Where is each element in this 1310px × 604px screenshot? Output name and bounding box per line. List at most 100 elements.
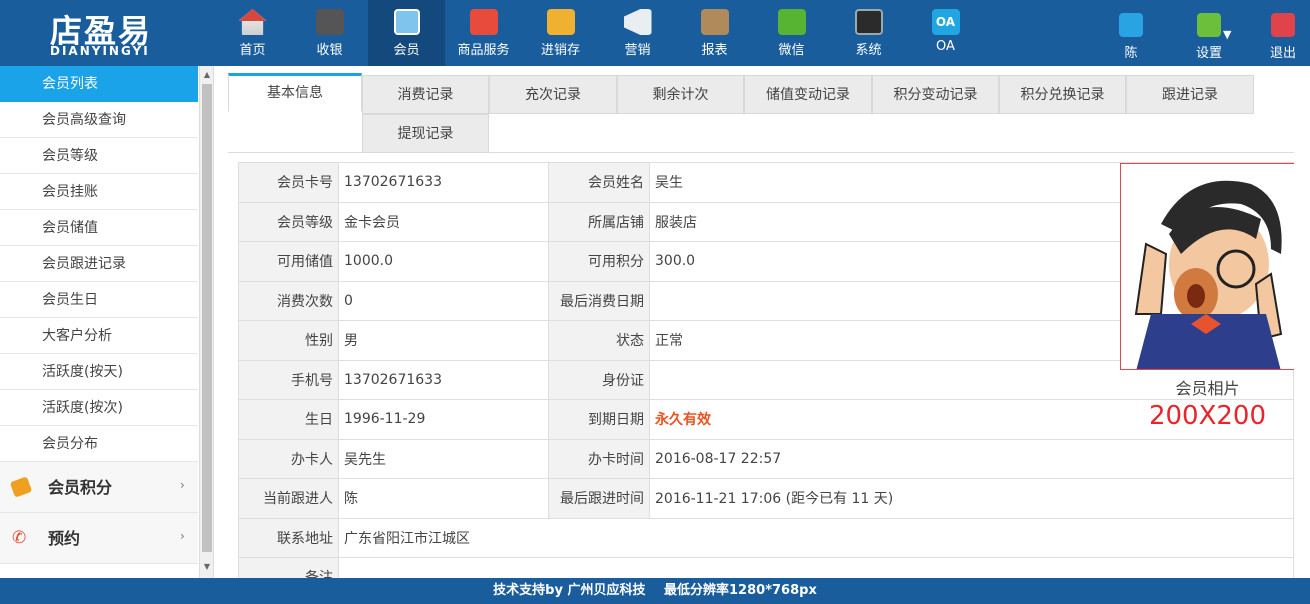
tab-stored-value-changes[interactable]: 储值变动记录 <box>744 75 872 114</box>
last-follow-value: 2016-11-21 17:06 (距今已有 11 天) <box>649 478 1294 519</box>
nav-inventory[interactable]: 进销存 <box>522 0 599 66</box>
monitor-icon <box>854 9 883 35</box>
nav-label: 系统 <box>855 43 882 58</box>
main-content: 基本信息 消费记录 充次记录 剩余计次 储值变动记录 积分变动记录 积分兑换记录… <box>228 73 1294 578</box>
gear-icon <box>1197 13 1221 37</box>
sidebar-item-member-level[interactable]: 会员等级 <box>0 138 198 174</box>
remark-value <box>338 557 1294 578</box>
tab-recharge-records[interactable]: 充次记录 <box>489 75 617 114</box>
user-label: 陈 <box>1124 46 1138 61</box>
sidebar-item-activity-by-count[interactable]: 活跃度(按次) <box>0 390 198 426</box>
nav-home[interactable]: 首页 <box>214 0 291 66</box>
nav-oa[interactable]: OA OA <box>907 0 984 66</box>
cartoon-avatar-image <box>1121 164 1294 369</box>
sidebar-group-label: 预约 <box>48 529 81 548</box>
tab-follow-up-records[interactable]: 跟进记录 <box>1126 75 1254 114</box>
field-label: 消费次数 <box>238 280 339 321</box>
tab-remaining-counts[interactable]: 剩余计次 <box>617 75 744 114</box>
nav-cashier[interactable]: 收银 <box>291 0 368 66</box>
caret-down-icon: ▼ <box>1223 28 1232 41</box>
table-row: 联系地址 广东省阳江市江城区 <box>238 517 1294 558</box>
sidebar-item-member-credit[interactable]: 会员挂账 <box>0 174 198 210</box>
gender-value: 男 <box>338 320 549 361</box>
nav-goods[interactable]: 商品服务 <box>445 0 522 66</box>
tab-basic-info[interactable]: 基本信息 <box>228 73 362 112</box>
nav-system[interactable]: 系统 <box>830 0 907 66</box>
field-label: 可用积分 <box>548 241 650 282</box>
sidebar-group-member-points[interactable]: 会员积分 › <box>0 462 198 513</box>
field-label: 会员卡号 <box>238 162 339 203</box>
scroll-down-arrow-icon[interactable]: ▼ <box>200 560 213 574</box>
sidebar-item-member-list[interactable]: 会员列表 <box>0 66 198 102</box>
top-navbar: 店盈易 DIANYINGYI 首页 收银 会员 商品服务 进销存 营销 报表 微… <box>0 0 1310 66</box>
sidebar-item-advanced-search[interactable]: 会员高级查询 <box>0 102 198 138</box>
sidebar-item-follow-up-records[interactable]: 会员跟进记录 <box>0 246 198 282</box>
phone-icon: ✆ <box>12 528 27 548</box>
home-roof-shape <box>238 9 267 21</box>
nav-report[interactable]: 报表 <box>676 0 753 66</box>
chevron-right-icon: › <box>180 529 185 543</box>
logout-button[interactable]: 退出 <box>1256 0 1310 66</box>
nav-member[interactable]: 会员 <box>368 0 445 66</box>
sidebar-item-member-birthday[interactable]: 会员生日 <box>0 282 198 318</box>
scrollbar-thumb[interactable] <box>202 84 212 552</box>
footer-resolution-text: 最低分辨率1280*768px <box>664 583 817 598</box>
photo-caption: 会员相片 <box>1175 379 1240 398</box>
card-number-value: 13702671633 <box>338 162 549 203</box>
tab-consumption-records[interactable]: 消费记录 <box>362 75 489 114</box>
sidebar-group-label: 会员积分 <box>48 478 113 497</box>
tab-bar: 基本信息 消费记录 充次记录 剩余计次 储值变动记录 积分变动记录 积分兑换记录… <box>228 73 1294 153</box>
logo-subtext: DIANYINGYI <box>50 44 150 58</box>
field-label: 会员等级 <box>238 201 339 242</box>
sidebar-group-appointment[interactable]: ✆ 预约 › <box>0 513 198 564</box>
logo[interactable]: 店盈易 DIANYINGYI <box>0 0 214 66</box>
nav-wechat[interactable]: 微信 <box>753 0 830 66</box>
sidebar-item-member-stored-value[interactable]: 会员储值 <box>0 210 198 246</box>
table-row: 备注 <box>238 557 1294 578</box>
megaphone-icon <box>623 9 652 35</box>
tab-points-redemption[interactable]: 积分兑换记录 <box>999 75 1126 114</box>
footer: 技术支持by 广州贝应科技 最低分辨率1280*768px <box>0 578 1310 604</box>
settings-menu[interactable]: 设置 ▼ <box>1179 0 1239 66</box>
phone-value: 13702671633 <box>338 359 549 400</box>
field-label: 生日 <box>238 399 339 440</box>
nav-label: 商品服务 <box>457 43 510 58</box>
user-menu[interactable]: 陈 <box>1101 0 1161 66</box>
address-value: 广东省阳江市江城区 <box>338 517 1294 558</box>
goods-icon <box>469 9 498 35</box>
sidebar-item-key-account-analysis[interactable]: 大客户分析 <box>0 318 198 354</box>
balance-value: 1000.0 <box>338 241 549 282</box>
settings-label: 设置 <box>1195 46 1222 61</box>
member-level-value: 金卡会员 <box>338 201 549 242</box>
expire-status: 永久有效 <box>655 412 711 429</box>
field-label: 最后跟进时间 <box>548 478 650 519</box>
field-label: 性别 <box>238 320 339 361</box>
footer-support-text: 技术支持by 广州贝应科技 <box>493 583 646 598</box>
birthday-value: 1996-11-29 <box>338 399 549 440</box>
chevron-right-icon: › <box>180 478 185 492</box>
member-icon <box>393 9 420 35</box>
tab-points-changes[interactable]: 积分变动记录 <box>872 75 999 114</box>
table-row: 当前跟进人 陈 最后跟进时间 2016-11-21 17:06 (距今已有 11… <box>238 478 1294 519</box>
oa-icon: OA <box>931 9 960 35</box>
sidebar-item-member-distribution[interactable]: 会员分布 <box>0 426 198 462</box>
field-label: 可用储值 <box>238 241 339 282</box>
sidebar-item-activity-by-day[interactable]: 活跃度(按天) <box>0 354 198 390</box>
nav-label: OA <box>936 39 955 54</box>
nav-label: 进销存 <box>540 43 580 58</box>
nav-label: 首页 <box>239 43 266 58</box>
tab-withdrawal-records[interactable]: 提现记录 <box>362 114 489 153</box>
member-photo[interactable] <box>1120 163 1294 370</box>
nav-label: 营销 <box>624 43 651 58</box>
field-label: 所属店铺 <box>548 201 650 242</box>
nav-marketing[interactable]: 营销 <box>599 0 676 66</box>
scroll-up-arrow-icon[interactable]: ▲ <box>200 68 213 82</box>
table-row: 办卡人 吴先生 办卡时间 2016-08-17 22:57 <box>238 438 1294 479</box>
field-label: 当前跟进人 <box>238 478 339 519</box>
nav-label: 会员 <box>393 43 420 58</box>
user-icon <box>1119 13 1143 37</box>
sidebar-scrollbar[interactable]: ▲ ▼ <box>199 66 213 578</box>
cash-register-icon <box>315 9 344 35</box>
follower-value: 陈 <box>338 478 549 519</box>
issue-time-value: 2016-08-17 22:57 <box>649 438 1294 479</box>
